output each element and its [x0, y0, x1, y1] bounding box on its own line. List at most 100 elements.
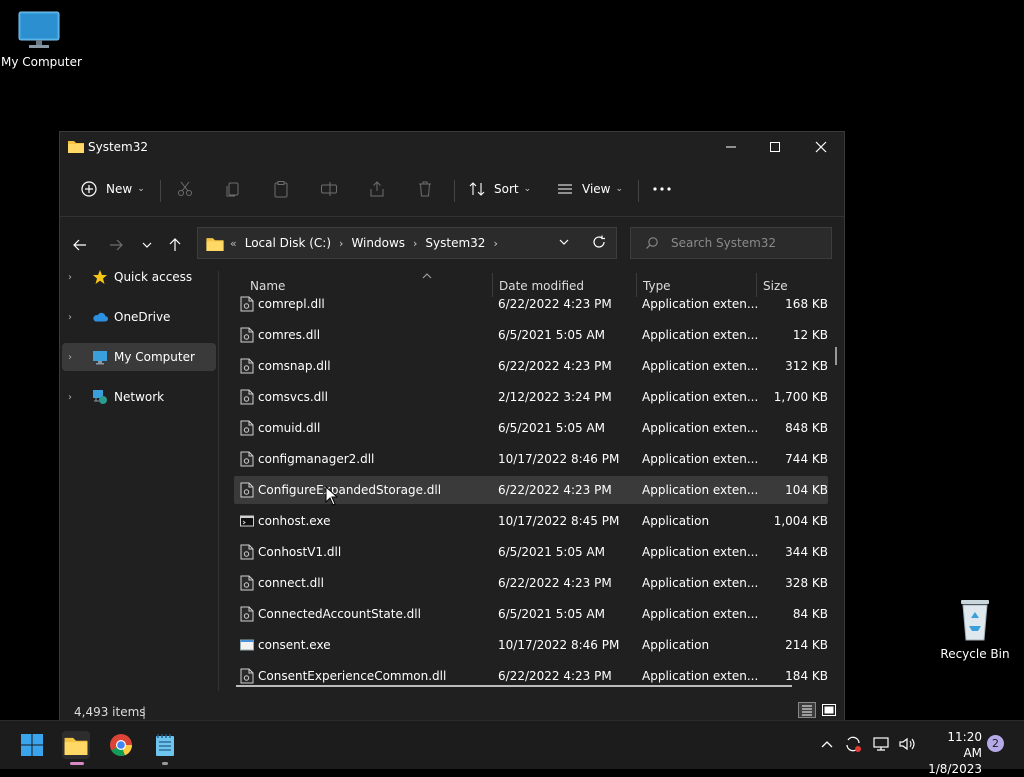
desktop-icon-recycle-bin[interactable]: Recycle Bin [937, 596, 1013, 661]
forward-button[interactable] [104, 233, 128, 257]
file-row[interactable]: ConhostV1.dll 6/5/2021 5:05 AM Application… [234, 538, 828, 566]
title-bar[interactable]: System32 [60, 132, 844, 162]
breadcrumb-system32[interactable]: System32 [425, 236, 485, 250]
sort-button[interactable]: Sort ⌄ [468, 174, 531, 204]
address-dropdown-button[interactable] [558, 236, 570, 251]
back-button[interactable] [68, 233, 92, 257]
sidebar-item-quick-access[interactable]: › Quick access [62, 263, 216, 291]
file-row[interactable]: configmanager2.dll 10/17/2022 8:46 PM Appl… [234, 445, 828, 473]
file-row[interactable]: ConfigureExpandedStorage.dll 6/22/2022 4:… [234, 476, 828, 504]
search-box[interactable]: Search System32 [630, 227, 832, 259]
file-name: comuid.dll [258, 421, 321, 435]
search-icon [646, 237, 658, 249]
tiles-view-button[interactable] [821, 702, 837, 718]
details-view-button[interactable] [798, 702, 816, 718]
file-type: Application exten... [642, 576, 759, 590]
chevron-down-icon [142, 242, 152, 248]
start-button[interactable] [18, 731, 46, 759]
file-type: Application exten... [642, 483, 759, 497]
taskbar-file-explorer[interactable] [62, 731, 90, 759]
plus-circle-icon [81, 181, 97, 197]
file-size: 1,004 KB [773, 514, 828, 528]
more-options-button[interactable] [652, 174, 672, 204]
expand-chevron-icon[interactable]: › [68, 392, 80, 403]
file-row[interactable]: connect.dll 6/22/2022 4:23 PM Application … [234, 569, 828, 597]
breadcrumb-local-disk[interactable]: Local Disk (C:) [245, 236, 331, 250]
file-row[interactable]: comres.dll 6/5/2021 5:05 AM Application ex… [234, 321, 828, 349]
file-size: 214 KB [785, 638, 828, 652]
view-button[interactable]: View ⌄ [556, 174, 623, 204]
expand-chevron-icon[interactable]: › [68, 352, 80, 363]
taskbar-notepad[interactable] [151, 731, 179, 759]
file-type: Application exten... [642, 328, 759, 342]
expand-chevron-icon[interactable]: › [68, 272, 80, 283]
file-row[interactable]: ConnectedAccountState.dll 6/5/2021 5:05 A… [234, 600, 828, 628]
file-type: Application exten... [642, 669, 759, 683]
file-size: 344 KB [785, 545, 828, 559]
dll-file-icon [240, 575, 254, 591]
recent-locations-button[interactable] [135, 233, 159, 257]
file-size: 848 KB [785, 421, 828, 435]
chevron-right-icon[interactable]: › [339, 237, 343, 250]
chevron-right-icon[interactable]: › [493, 237, 497, 250]
file-row[interactable]: comuid.dll 6/5/2021 5:05 AM Application ex… [234, 414, 828, 442]
refresh-icon [593, 235, 605, 248]
dll-file-icon [240, 668, 254, 684]
sidebar-item-my-computer[interactable]: › My Computer [62, 343, 216, 371]
horizontal-scrollbar-thumb[interactable] [236, 685, 792, 687]
file-type: Application exten... [642, 421, 759, 435]
file-row[interactable]: conhost.exe 10/17/2022 8:45 PM Application… [234, 507, 828, 535]
sidebar-item-onedrive[interactable]: › OneDrive [62, 303, 216, 331]
file-row[interactable]: consent.exe 10/17/2022 8:46 PM Application… [234, 631, 828, 659]
up-button[interactable] [163, 233, 187, 257]
minimize-button[interactable] [708, 132, 754, 162]
taskbar: 11:20 AM 1/8/2023 [0, 720, 1024, 776]
new-button[interactable]: New ⌄ [80, 174, 145, 204]
cut-button[interactable] [176, 174, 194, 204]
breadcrumb-windows[interactable]: Windows [351, 236, 405, 250]
copy-icon [226, 182, 239, 197]
clock-date: 1/8/2023 [928, 762, 982, 776]
file-type: Application exten... [642, 297, 759, 311]
rename-button[interactable] [320, 174, 338, 204]
paste-button[interactable] [272, 174, 290, 204]
share-icon [370, 181, 384, 197]
copy-button[interactable] [224, 174, 242, 204]
desktop-icon-my-computer[interactable]: My Computer [1, 10, 82, 69]
chevron-down-icon: ⌄ [523, 184, 532, 194]
arrow-left-icon [73, 239, 86, 251]
file-row[interactable]: comrepl.dll 6/22/2022 4:23 PM Application … [234, 290, 828, 318]
chrome-icon [110, 734, 133, 757]
close-button[interactable] [798, 132, 844, 162]
network-button[interactable] [872, 735, 890, 756]
refresh-button[interactable] [592, 235, 606, 252]
star-icon [93, 270, 107, 284]
application-icon [240, 639, 254, 651]
file-date: 6/5/2021 5:05 AM [498, 607, 606, 621]
volume-button[interactable] [898, 735, 916, 756]
file-row[interactable]: comsvcs.dll 2/12/2022 3:24 PM Application … [234, 383, 828, 411]
maximize-button[interactable] [752, 132, 798, 162]
notification-badge[interactable]: 2 [987, 735, 1004, 752]
sync-status-button[interactable] [844, 735, 862, 756]
file-date: 6/22/2022 4:23 PM [498, 483, 612, 497]
folder-icon [68, 141, 84, 153]
divider [454, 180, 455, 202]
chevron-right-icon[interactable]: › [413, 237, 417, 250]
overflow-chevron-icon[interactable]: « [230, 237, 237, 250]
delete-button[interactable] [416, 174, 434, 204]
scissors-icon [178, 181, 192, 196]
taskbar-chrome[interactable] [107, 731, 135, 759]
taskbar-clock[interactable]: 11:20 AM 1/8/2023 [926, 729, 982, 777]
address-bar[interactable]: « Local Disk (C:) › Windows › System32 › [197, 227, 617, 259]
vertical-scrollbar-thumb[interactable] [835, 347, 837, 365]
show-hidden-icons-button[interactable] [820, 737, 834, 754]
file-name: comrepl.dll [258, 297, 325, 311]
sidebar-item-network[interactable]: › Network [62, 383, 216, 411]
share-button[interactable] [368, 174, 386, 204]
file-row[interactable]: comsnap.dll 6/22/2022 4:23 PM Application … [234, 352, 828, 380]
trash-icon [419, 181, 431, 197]
console-app-icon [240, 515, 254, 527]
expand-chevron-icon[interactable]: › [68, 312, 80, 323]
window-title: System32 [88, 140, 149, 154]
